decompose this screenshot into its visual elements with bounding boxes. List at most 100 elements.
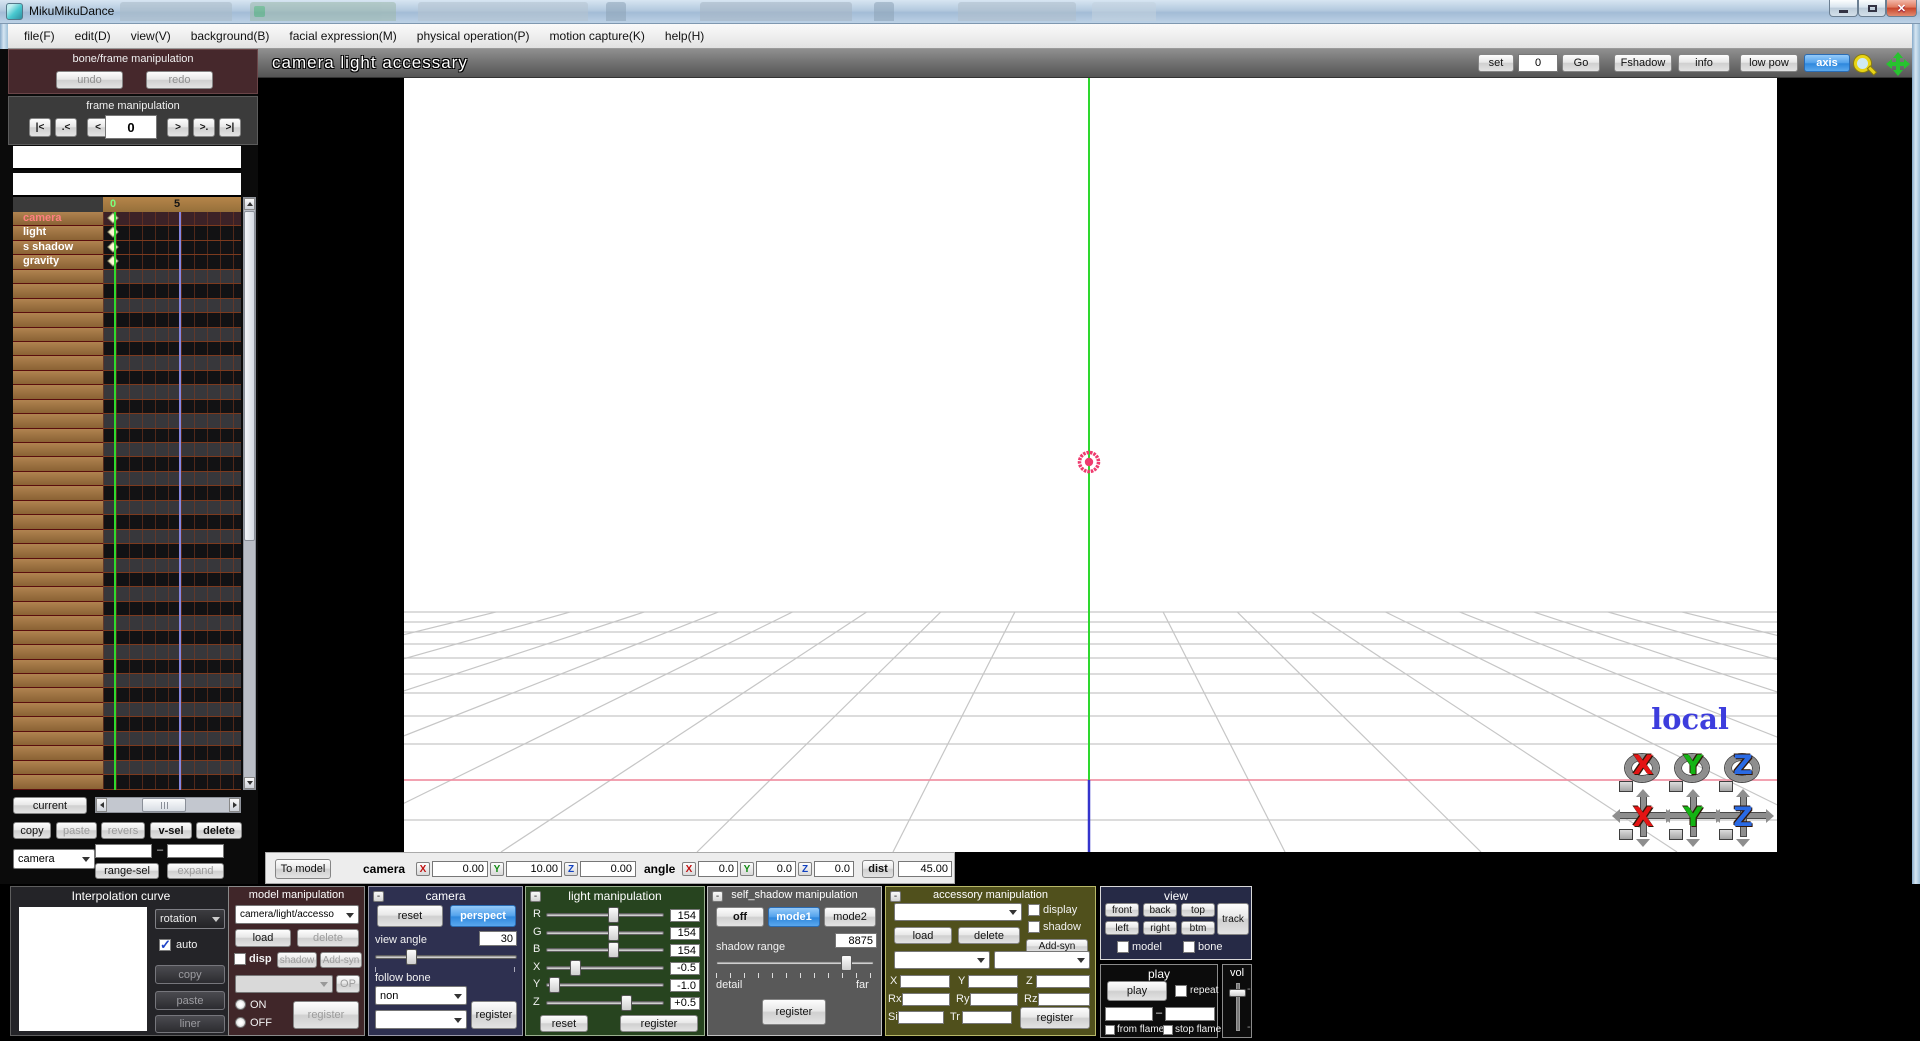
timeline-row[interactable]: camera: [13, 212, 241, 227]
track-cells[interactable]: [103, 443, 241, 458]
menu-view-v-[interactable]: view(V): [121, 24, 181, 49]
track-cells[interactable]: [103, 775, 241, 790]
track-cells[interactable]: [103, 471, 241, 487]
timeline-row[interactable]: [13, 515, 241, 530]
light-slider-thumb[interactable]: [608, 942, 620, 958]
scrollbar-thumb[interactable]: [244, 211, 255, 541]
magnifier-icon[interactable]: [1854, 55, 1871, 72]
track-cells[interactable]: [103, 674, 241, 689]
menu-facial-expression-m-[interactable]: facial expression(M): [279, 24, 406, 49]
light-slider-thumb[interactable]: [549, 977, 561, 993]
range-sel-button[interactable]: range-sel: [95, 863, 159, 879]
interp-liner-button[interactable]: liner: [155, 1015, 225, 1033]
camera-extra-select[interactable]: [375, 1010, 467, 1029]
track-cells[interactable]: [103, 558, 241, 573]
timeline-row[interactable]: [13, 327, 241, 342]
camera-reset-button[interactable]: reset: [377, 905, 443, 927]
track-cells[interactable]: [103, 457, 241, 472]
track-cells[interactable]: [103, 630, 241, 646]
track-cells[interactable]: [103, 659, 241, 674]
menu-file-f-[interactable]: file(F): [14, 24, 65, 49]
view-model-checkbox[interactable]: [1117, 941, 1129, 953]
acc-field-input-ry[interactable]: [970, 993, 1018, 1006]
play-from-input[interactable]: [1105, 1007, 1153, 1021]
play-button[interactable]: play: [1107, 981, 1167, 1001]
play-to-input[interactable]: [1165, 1007, 1215, 1021]
follow-bone-select[interactable]: non: [375, 986, 467, 1005]
timeline-row[interactable]: [13, 645, 241, 660]
move-z-axis-icon[interactable]: Z: [1712, 789, 1774, 847]
timeline-row[interactable]: [13, 457, 241, 472]
frame-nav-button-4[interactable]: >.: [193, 118, 215, 137]
timeline-row[interactable]: [13, 486, 241, 501]
track-cells[interactable]: [103, 601, 241, 617]
track-cells[interactable]: [103, 428, 241, 443]
timeline-row[interactable]: [13, 313, 241, 328]
light-slider-z[interactable]: [546, 1000, 664, 1005]
shadow-mode1-button[interactable]: mode1: [768, 907, 820, 927]
paste-button[interactable]: paste: [56, 822, 97, 839]
timeline-row[interactable]: [13, 572, 241, 588]
view-right-button[interactable]: right: [1143, 921, 1177, 935]
timeline-row[interactable]: [13, 500, 241, 516]
light-value-y[interactable]: -1.0: [670, 979, 700, 992]
dist-input[interactable]: 45.00: [898, 861, 952, 877]
track-cells[interactable]: [103, 688, 241, 703]
copy-button[interactable]: copy: [13, 822, 51, 839]
model-load-button[interactable]: load: [235, 929, 291, 947]
light-register-button[interactable]: register: [620, 1015, 698, 1032]
track-cells[interactable]: [103, 572, 241, 588]
morph-list-box[interactable]: [13, 173, 241, 197]
timeline[interactable]: 05 camera light s shadow gravity: [13, 197, 241, 790]
menu-background-b-[interactable]: background(B): [181, 24, 280, 49]
rotate-z-axis-icon[interactable]: Z: [1719, 750, 1765, 792]
menu-motion-capture-k-[interactable]: motion capture(K): [540, 24, 655, 49]
frame-nav-button-3[interactable]: >: [167, 118, 189, 137]
angle-z-input[interactable]: 0.0: [814, 861, 854, 877]
model-add-syn-button[interactable]: Add-syn: [320, 952, 362, 968]
revers-button[interactable]: revers: [101, 822, 145, 839]
accessory-select[interactable]: [894, 903, 1022, 921]
camera-register-button[interactable]: register: [471, 1001, 517, 1029]
track-cells[interactable]: [103, 313, 241, 328]
timeline-row[interactable]: [13, 414, 241, 429]
light-slider-y[interactable]: [546, 983, 664, 987]
light-slider-thumb[interactable]: [608, 907, 620, 923]
acc-field-input-tr[interactable]: [962, 1011, 1012, 1024]
track-cells[interactable]: [103, 327, 241, 342]
timeline-row[interactable]: [13, 659, 241, 674]
timeline-row[interactable]: [13, 760, 241, 776]
timeline-row[interactable]: [13, 674, 241, 689]
keyframe-diamond[interactable]: [107, 255, 119, 267]
shadow-mode2-button[interactable]: mode2: [824, 907, 876, 927]
interpolation-canvas[interactable]: [19, 907, 147, 1031]
light-slider-thumb[interactable]: [608, 924, 620, 941]
from-frame-checkbox[interactable]: [1105, 1025, 1115, 1035]
light-value-x[interactable]: -0.5: [670, 961, 700, 975]
angle-y-input[interactable]: 0.0: [756, 861, 796, 877]
menu-edit-d-[interactable]: edit(D): [65, 24, 121, 49]
delete-button[interactable]: delete: [196, 822, 242, 839]
light-value-r[interactable]: 154: [670, 909, 700, 922]
frame-number-input[interactable]: 0: [105, 115, 157, 139]
fshadow-button[interactable]: Fshadow: [1614, 54, 1672, 72]
to-model-button[interactable]: To model: [275, 859, 331, 879]
keyframe-diamond[interactable]: [107, 226, 119, 239]
edit-target-select[interactable]: camera: [13, 849, 95, 869]
light-reset-button[interactable]: reset: [540, 1015, 588, 1032]
rotate-x-axis-icon[interactable]: X: [1619, 750, 1665, 792]
timeline-row[interactable]: [13, 399, 241, 415]
scrollbar-thumb[interactable]: [142, 798, 186, 812]
scroll-right-icon[interactable]: [229, 798, 240, 812]
disp-checkbox[interactable]: [234, 953, 246, 965]
model-register-button[interactable]: register: [293, 1001, 359, 1029]
track-cells[interactable]: [103, 500, 241, 516]
viewport-canvas[interactable]: local XYZ XYZ: [404, 78, 1777, 852]
timeline-row[interactable]: [13, 746, 241, 761]
track-cells[interactable]: [103, 645, 241, 660]
acc-field-input-rx[interactable]: [902, 993, 950, 1006]
minimize-icon[interactable]: [1829, 0, 1858, 17]
set-button[interactable]: set: [1478, 54, 1514, 72]
angle-x-input[interactable]: 0.0: [698, 861, 738, 877]
track-cells[interactable]: [103, 356, 241, 371]
